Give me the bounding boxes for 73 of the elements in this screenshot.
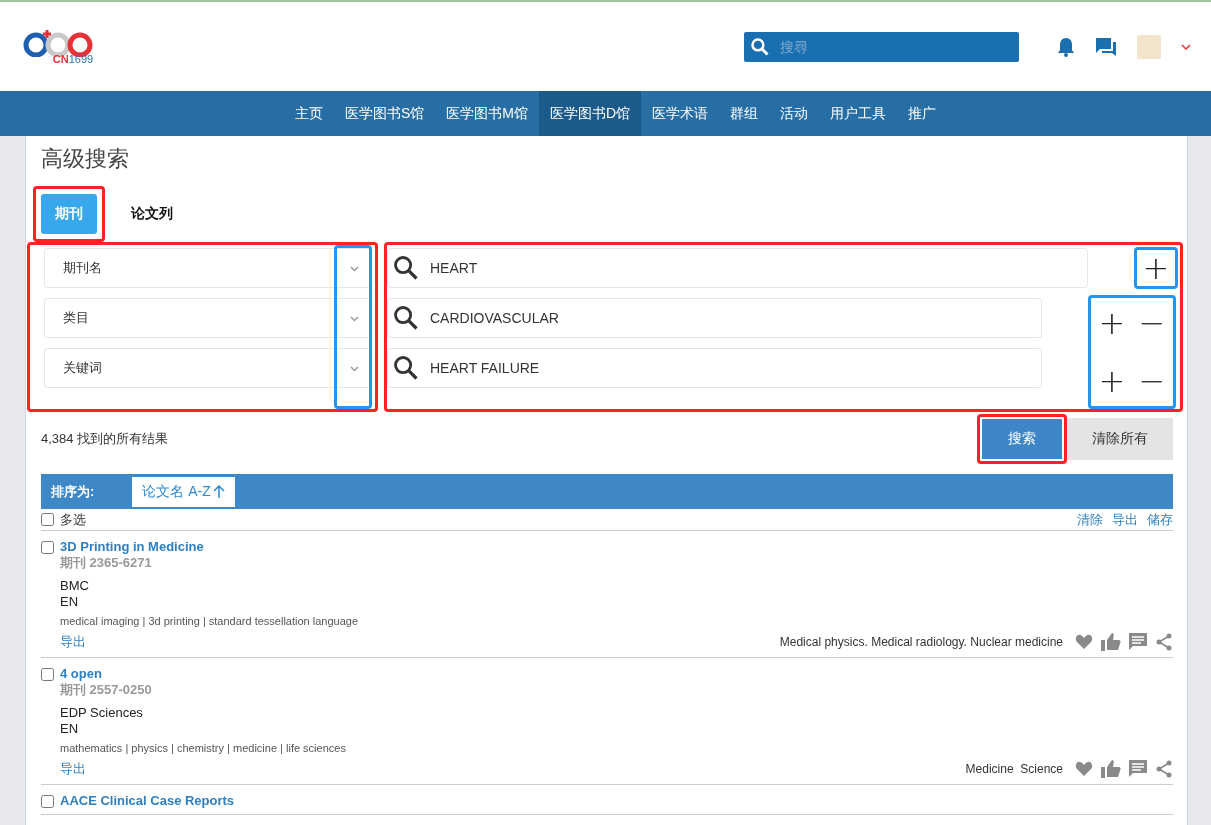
arrow-up-icon [212, 484, 225, 499]
field-select[interactable]: 关键词 [44, 348, 372, 388]
comment-icon[interactable] [1129, 633, 1147, 651]
result-checkbox[interactable] [41, 795, 54, 808]
comment-icon[interactable] [1129, 760, 1147, 778]
nav-item[interactable]: 医学图书M馆 [435, 91, 539, 136]
export-link[interactable]: 导出 [60, 760, 86, 778]
page-title: 高级搜索 [41, 145, 130, 173]
publisher-text: EDP Sciences [60, 705, 144, 720]
field-select[interactable]: 类目 [44, 298, 372, 338]
chat-icon[interactable] [1095, 36, 1117, 57]
nav-item[interactable]: 医学图书D馆 [538, 91, 642, 136]
chevron-icon [350, 366, 359, 372]
heart-icon[interactable] [1075, 634, 1093, 650]
publisher-text: BMC [60, 578, 90, 593]
thumbs-up-icon[interactable] [1101, 633, 1121, 651]
result-title[interactable]: AACE Clinical Case Reports [60, 793, 1173, 808]
nav-item[interactable]: 推广 [897, 91, 948, 136]
logo-icon [23, 28, 93, 57]
share-icon[interactable] [1155, 760, 1173, 778]
clear-all-button[interactable]: 清除所有 [1067, 418, 1173, 460]
nav-item[interactable]: 用户工具 [819, 91, 898, 136]
select-all-label: 多选 [60, 510, 86, 529]
search-field[interactable]: 搜尋 [744, 31, 1019, 62]
search-icon [392, 304, 420, 332]
result-title[interactable]: 4 open [60, 666, 1173, 681]
language-text: EN [60, 594, 80, 609]
caret-icon[interactable] [1181, 43, 1191, 50]
add-button[interactable]: + [1141, 253, 1171, 283]
share-icon[interactable] [1155, 633, 1173, 651]
heart-icon[interactable] [1075, 761, 1093, 777]
search-field[interactable]: HEART [387, 248, 1088, 288]
list-action-link[interactable]: 导出 [1112, 510, 1138, 529]
result-checkbox[interactable] [41, 668, 54, 681]
search-field[interactable]: CARDIOVASCULAR [387, 298, 1042, 338]
list-action-link[interactable]: 储存 [1147, 510, 1173, 529]
list-action-link[interactable]: 清除 [1077, 510, 1103, 529]
search-input[interactable]: 搜尋 [778, 37, 998, 56]
chevron-icon [350, 316, 359, 322]
search-button[interactable]: 搜索 [982, 419, 1062, 459]
nav-item[interactable]: 医学图书S馆 [333, 91, 436, 136]
field-select[interactable]: 期刊名 [44, 248, 372, 288]
logo-text: CN1699 [52, 52, 94, 65]
sort-label: 排序为: [51, 482, 95, 501]
result-title[interactable]: 3D Printing in Medicine [60, 539, 1173, 554]
search-icon [392, 254, 420, 282]
language-text: EN [60, 721, 80, 736]
sort-dropdown[interactable]: 论文名 A-Z [132, 476, 235, 507]
keywords-text: mathematics | physics | chemistry | medicine | life sciences [60, 742, 347, 754]
search-field[interactable]: HEART FAILURE [387, 348, 1042, 388]
tab[interactable]: 论文列 [117, 194, 187, 234]
subjects-text: Medicine Science [965, 762, 1063, 776]
nav-item[interactable]: 活动 [769, 91, 820, 136]
nav-item[interactable]: 主页 [283, 91, 334, 136]
remove-button[interactable]: − [1137, 308, 1167, 338]
keywords-text: medical imaging | 3d printing | standard tessellation language [60, 615, 359, 627]
result-checkbox[interactable] [41, 541, 54, 554]
issn-text: 期刊 2365-6271 [60, 554, 153, 572]
issn-text: 期刊 2557-0250 [60, 681, 153, 699]
nav-item[interactable]: 医学术语 [641, 91, 720, 136]
bell-icon[interactable] [1057, 36, 1075, 57]
subjects-text: Medical physics. Medical radiology. Nuclear medicine [779, 635, 1063, 649]
thumbs-up-icon[interactable] [1101, 760, 1121, 778]
add-button[interactable]: + [1097, 308, 1127, 338]
chevron-icon [350, 266, 359, 272]
result-count: 4,384 找到的所有结果 [41, 430, 169, 448]
search-icon [750, 36, 770, 57]
select-all-checkbox[interactable] [41, 513, 54, 526]
add-button[interactable]: + [1097, 366, 1127, 396]
export-link[interactable]: 导出 [60, 633, 86, 651]
nav-item[interactable]: 群组 [719, 91, 770, 136]
remove-button[interactable]: − [1137, 366, 1167, 396]
search-icon [392, 354, 420, 382]
